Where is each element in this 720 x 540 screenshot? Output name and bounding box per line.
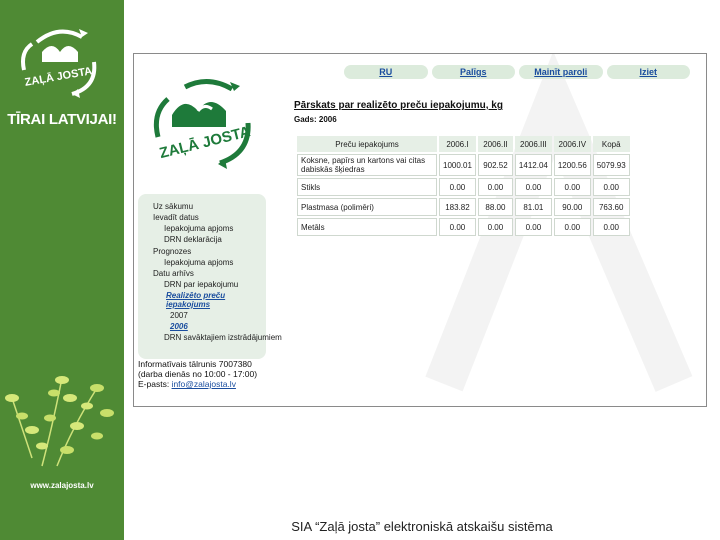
menu-item-enter-data[interactable]: Ievadīt datus bbox=[153, 213, 199, 222]
svg-text:ZAĻĀ JOSTA: ZAĻĀ JOSTA bbox=[24, 65, 93, 89]
nav-help-button[interactable]: Palīgs bbox=[431, 65, 515, 79]
svg-text:ZAĻĀ JOSTA: ZAĻĀ JOSTA bbox=[158, 123, 253, 162]
row-cell: 0.00 bbox=[477, 178, 513, 196]
header-q4: 2006.IV bbox=[553, 136, 591, 152]
menu-item-home[interactable]: Uz sākumu bbox=[153, 202, 193, 211]
menu-item-drn-collected-products[interactable]: DRN savāktajiem izstrādājumiem bbox=[164, 333, 282, 342]
menu-item-forecast-packaging-volume[interactable]: Iepakojuma apjoms bbox=[164, 258, 233, 267]
header-total: Kopā bbox=[592, 136, 630, 152]
contact-hours: (darba dienās no 10:00 - 17:00) bbox=[138, 369, 258, 379]
nav-logout-button[interactable]: Iziet bbox=[606, 65, 690, 79]
header-q2: 2006.II bbox=[477, 136, 513, 152]
table-header-row: Preču iepakojums 2006.I 2006.II 2006.III… bbox=[297, 136, 630, 152]
zala-josta-logo-white: ZAĻĀ JOSTA bbox=[21, 29, 97, 98]
site-url: www.zalajosta.lv bbox=[30, 481, 94, 490]
nav-ru-button[interactable]: RU bbox=[344, 65, 428, 79]
table-row: Plastmasa (polimēri) 183.82 88.00 81.01 … bbox=[297, 198, 630, 216]
side-menu: Uz sākumu Ievadīt datus Iepakojuma apjom… bbox=[138, 194, 282, 359]
contact-email-row: E-pasts: info@zalajosta.lv bbox=[138, 379, 257, 389]
menu-item-packaging-volume[interactable]: Iepakojuma apjoms bbox=[164, 224, 233, 233]
top-navigation: RU Palīgs Mainīt paroli Iziet bbox=[344, 65, 690, 79]
row-cell: 0.00 bbox=[553, 218, 591, 236]
row-cell: 1200.56 bbox=[553, 154, 591, 176]
menu-item-drn-declaration[interactable]: DRN deklarācija bbox=[164, 235, 222, 244]
row-cell: 0.00 bbox=[514, 178, 552, 196]
menu-item-sold-goods-packaging[interactable]: Realizēto preču iepakojums bbox=[166, 291, 236, 309]
slogan: TĪRAI LATVIJAI! bbox=[7, 111, 117, 128]
zala-josta-logo: ZAĻĀ JOSTA bbox=[153, 79, 253, 169]
row-cell: 1412.04 bbox=[514, 154, 552, 176]
contact-phone: Informatīvais tālrunis 7007380 bbox=[138, 359, 252, 369]
row-cell: 0.00 bbox=[439, 178, 476, 196]
row-cell: 183.82 bbox=[439, 198, 476, 216]
header-packaging-type: Preču iepakojums bbox=[297, 136, 437, 152]
contact-info: Informatīvais tālrunis 7007380 (darba di… bbox=[138, 359, 257, 389]
left-sidebar: ZAĻĀ JOSTA TĪRAI LATVIJAI! www.zalajosta… bbox=[0, 0, 124, 540]
row-cell: 902.52 bbox=[477, 154, 513, 176]
menu-item-year-2006[interactable]: 2006 bbox=[170, 322, 188, 331]
row-name: Plastmasa (polimēri) bbox=[297, 198, 437, 216]
header-q3: 2006.III bbox=[514, 136, 552, 152]
row-name: Stikls bbox=[297, 178, 437, 196]
row-name: Metāls bbox=[297, 218, 437, 236]
row-cell: 763.60 bbox=[592, 198, 630, 216]
row-cell: 1000.01 bbox=[439, 154, 476, 176]
row-name: Koksne, papīrs un kartons vai citas dabi… bbox=[297, 154, 437, 176]
row-cell: 88.00 bbox=[477, 198, 513, 216]
row-cell: 5079.93 bbox=[592, 154, 630, 176]
row-cell: 0.00 bbox=[592, 218, 630, 236]
plant-illustration bbox=[5, 376, 114, 467]
menu-item-data-archive[interactable]: Datu arhīvs bbox=[153, 269, 194, 278]
email-link[interactable]: info@zalajosta.lv bbox=[172, 379, 236, 389]
packaging-report-table: Preču iepakojums 2006.I 2006.II 2006.III… bbox=[295, 134, 632, 238]
row-cell: 90.00 bbox=[553, 198, 591, 216]
row-cell: 0.00 bbox=[514, 218, 552, 236]
table-row: Metāls 0.00 0.00 0.00 0.00 0.00 bbox=[297, 218, 630, 236]
row-cell: 0.00 bbox=[592, 178, 630, 196]
footer-caption: SIA “Zaļā josta” elektroniskā atskaišu s… bbox=[291, 519, 553, 534]
menu-item-drn-packaging[interactable]: DRN par iepakojumu bbox=[164, 280, 238, 289]
table-row: Stikls 0.00 0.00 0.00 0.00 0.00 bbox=[297, 178, 630, 196]
menu-item-year-2007[interactable]: 2007 bbox=[170, 311, 188, 320]
row-cell: 0.00 bbox=[439, 218, 476, 236]
app-window: RU Palīgs Mainīt paroli Iziet ZAĻĀ JOSTA… bbox=[133, 53, 707, 407]
row-cell: 0.00 bbox=[553, 178, 591, 196]
report-title: Pārskats par realizēto preču iepakojumu,… bbox=[294, 100, 503, 111]
row-cell: 0.00 bbox=[477, 218, 513, 236]
row-cell: 81.01 bbox=[514, 198, 552, 216]
menu-item-forecasts[interactable]: Prognozes bbox=[153, 247, 191, 256]
report-year: Gads: 2006 bbox=[294, 115, 337, 124]
nav-change-password-button[interactable]: Mainīt paroli bbox=[519, 65, 603, 79]
email-label: E-pasts: bbox=[138, 379, 170, 389]
header-q1: 2006.I bbox=[439, 136, 476, 152]
table-row: Koksne, papīrs un kartons vai citas dabi… bbox=[297, 154, 630, 176]
